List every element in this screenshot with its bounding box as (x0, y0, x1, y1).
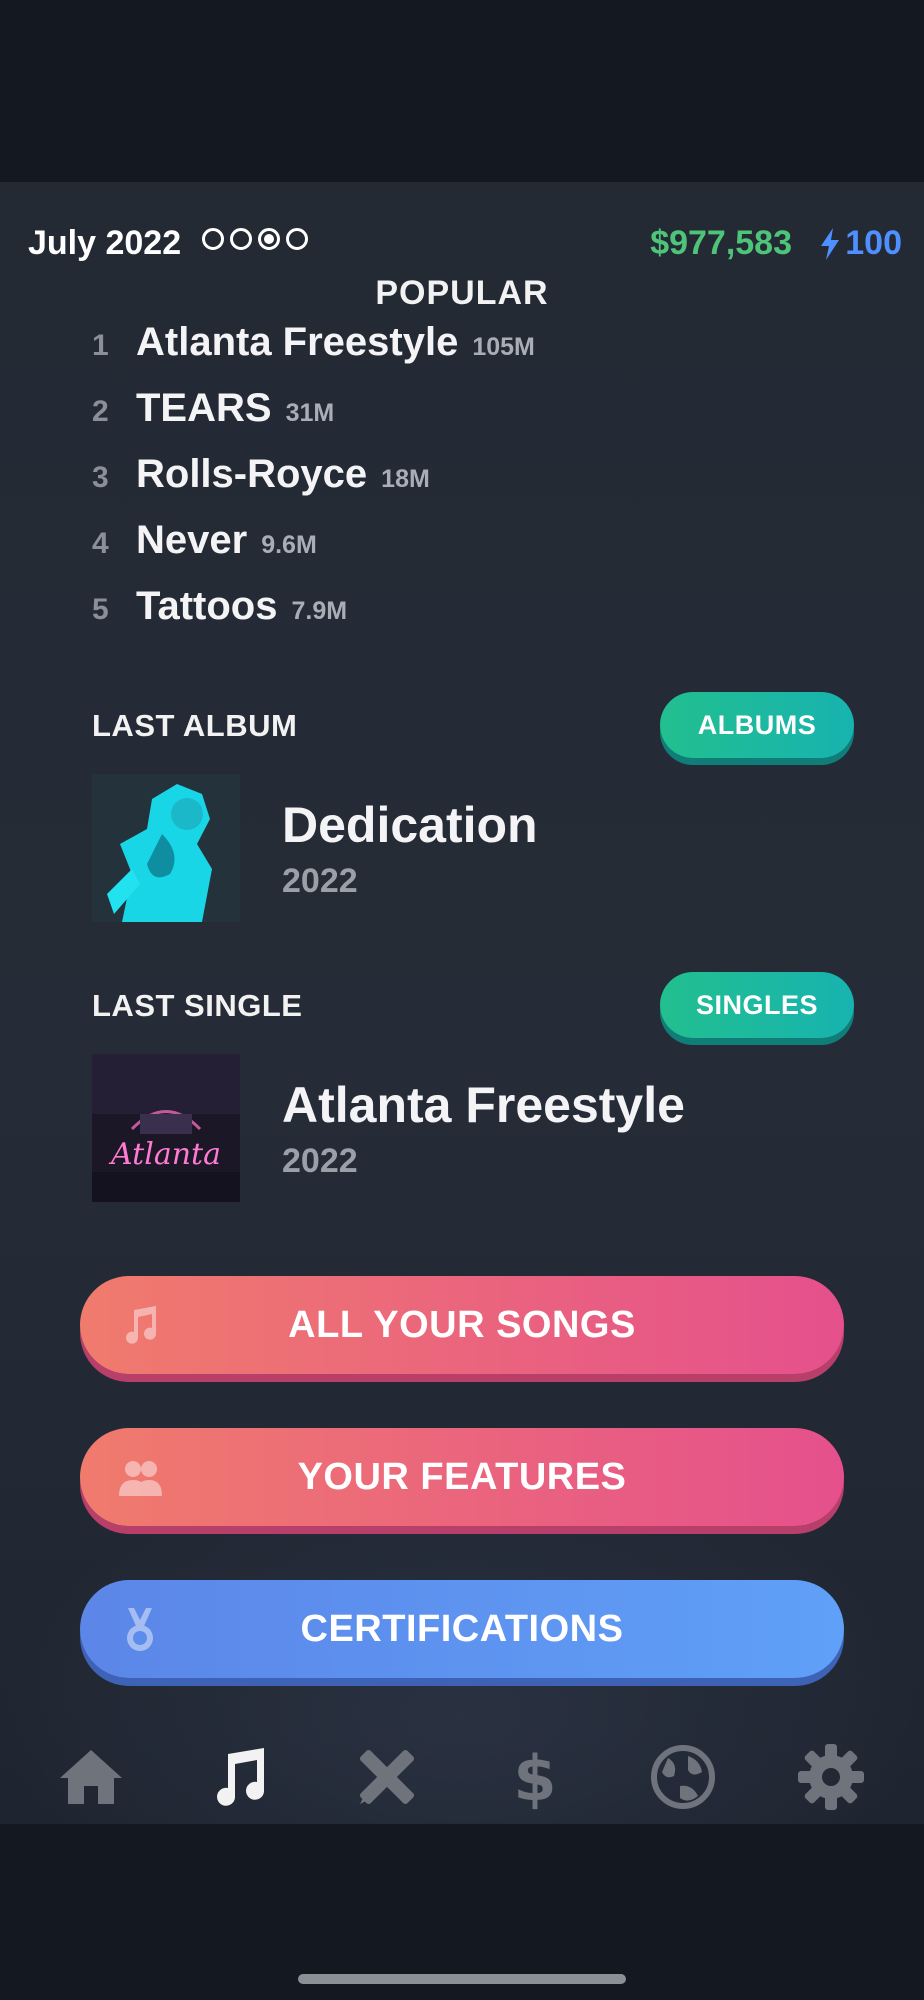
song-rank: 3 (92, 461, 109, 494)
week-indicator (202, 228, 308, 250)
single-cover-art: Atlanta (92, 1054, 240, 1202)
album-cover[interactable] (92, 774, 240, 922)
globe-icon[interactable] (648, 1742, 718, 1812)
energy-value: 100 (845, 224, 902, 262)
music-note-icon[interactable] (204, 1742, 274, 1812)
song-name: Atlanta Freestyle (136, 320, 459, 364)
album-title: Dedication (282, 797, 538, 853)
song-rank: 4 (92, 527, 109, 560)
features-button[interactable]: YOUR FEATURES (80, 1428, 844, 1526)
song-rank: 1 (92, 329, 109, 362)
home-icon[interactable] (56, 1742, 126, 1812)
song-name: TEARS (136, 386, 272, 430)
lightning-icon (821, 227, 840, 260)
svg-text:$: $ (513, 1742, 556, 1812)
song-plays: 9.6M (261, 531, 317, 559)
song-rank: 5 (92, 593, 109, 626)
last-single-label: LAST SINGLE (92, 988, 303, 1023)
popular-song-row[interactable]: 1 Atlanta Freestyle 105M (92, 320, 535, 386)
song-plays: 18M (381, 465, 430, 493)
singles-button[interactable]: SINGLES (660, 972, 854, 1038)
week-dot-current (258, 228, 280, 250)
week-dot (230, 228, 252, 250)
people-icon (119, 1461, 162, 1496)
medal-icon (127, 1608, 153, 1651)
pencil-ruler-icon[interactable] (352, 1742, 422, 1812)
week-dot (202, 228, 224, 250)
bottom-tab-bar: $ (0, 1734, 924, 1824)
popular-song-row[interactable]: 5 Tattoos 7.9M (92, 584, 535, 650)
certifications-button[interactable]: CERTIFICATIONS (80, 1580, 844, 1678)
popular-song-row[interactable]: 2 TEARS 31M (92, 386, 535, 452)
song-rank: 2 (92, 395, 109, 428)
single-title: Atlanta Freestyle (282, 1077, 685, 1133)
dollar-icon[interactable]: $ (500, 1742, 570, 1812)
game-status-bar: July 2022 $977,583 100 (0, 202, 924, 262)
single-cover-text: Atlanta (108, 1137, 221, 1172)
song-plays: 105M (472, 333, 535, 361)
energy-meter[interactable]: 100 (819, 224, 902, 263)
song-plays: 31M (285, 399, 335, 427)
popular-heading: POPULAR (375, 274, 549, 312)
single-cover[interactable]: Atlanta (92, 1054, 240, 1202)
popular-song-row[interactable]: 3 Rolls-Royce 18M (92, 452, 535, 518)
week-dot (286, 228, 308, 250)
popular-songs-list: 1 Atlanta Freestyle 105M 2 TEARS 31M 3 R… (92, 320, 535, 650)
song-name: Tattoos (136, 584, 278, 628)
albums-button[interactable]: ALBUMS (660, 692, 854, 758)
all-songs-label: ALL YOUR SONGS (288, 1304, 636, 1346)
popular-song-row[interactable]: 4 Never 9.6M (92, 518, 535, 584)
song-name: Never (136, 518, 248, 562)
song-plays: 7.9M (291, 597, 348, 625)
song-name: Rolls-Royce (136, 452, 368, 496)
certifications-label: CERTIFICATIONS (300, 1608, 624, 1650)
music-screen: July 2022 $977,583 100 POPULAR 1 Atlanta… (0, 182, 924, 1824)
last-album-label: LAST ALBUM (92, 708, 298, 743)
music-note-icon (126, 1306, 156, 1344)
home-indicator[interactable] (298, 1974, 626, 1984)
current-date: July 2022 (28, 224, 182, 262)
album-year: 2022 (282, 862, 358, 900)
features-label: YOUR FEATURES (297, 1456, 627, 1498)
gear-icon[interactable] (796, 1742, 866, 1812)
all-songs-button[interactable]: ALL YOUR SONGS (80, 1276, 844, 1374)
single-year: 2022 (282, 1142, 358, 1180)
money-balance: $977,583 (650, 224, 792, 262)
album-cover-art (92, 774, 240, 922)
